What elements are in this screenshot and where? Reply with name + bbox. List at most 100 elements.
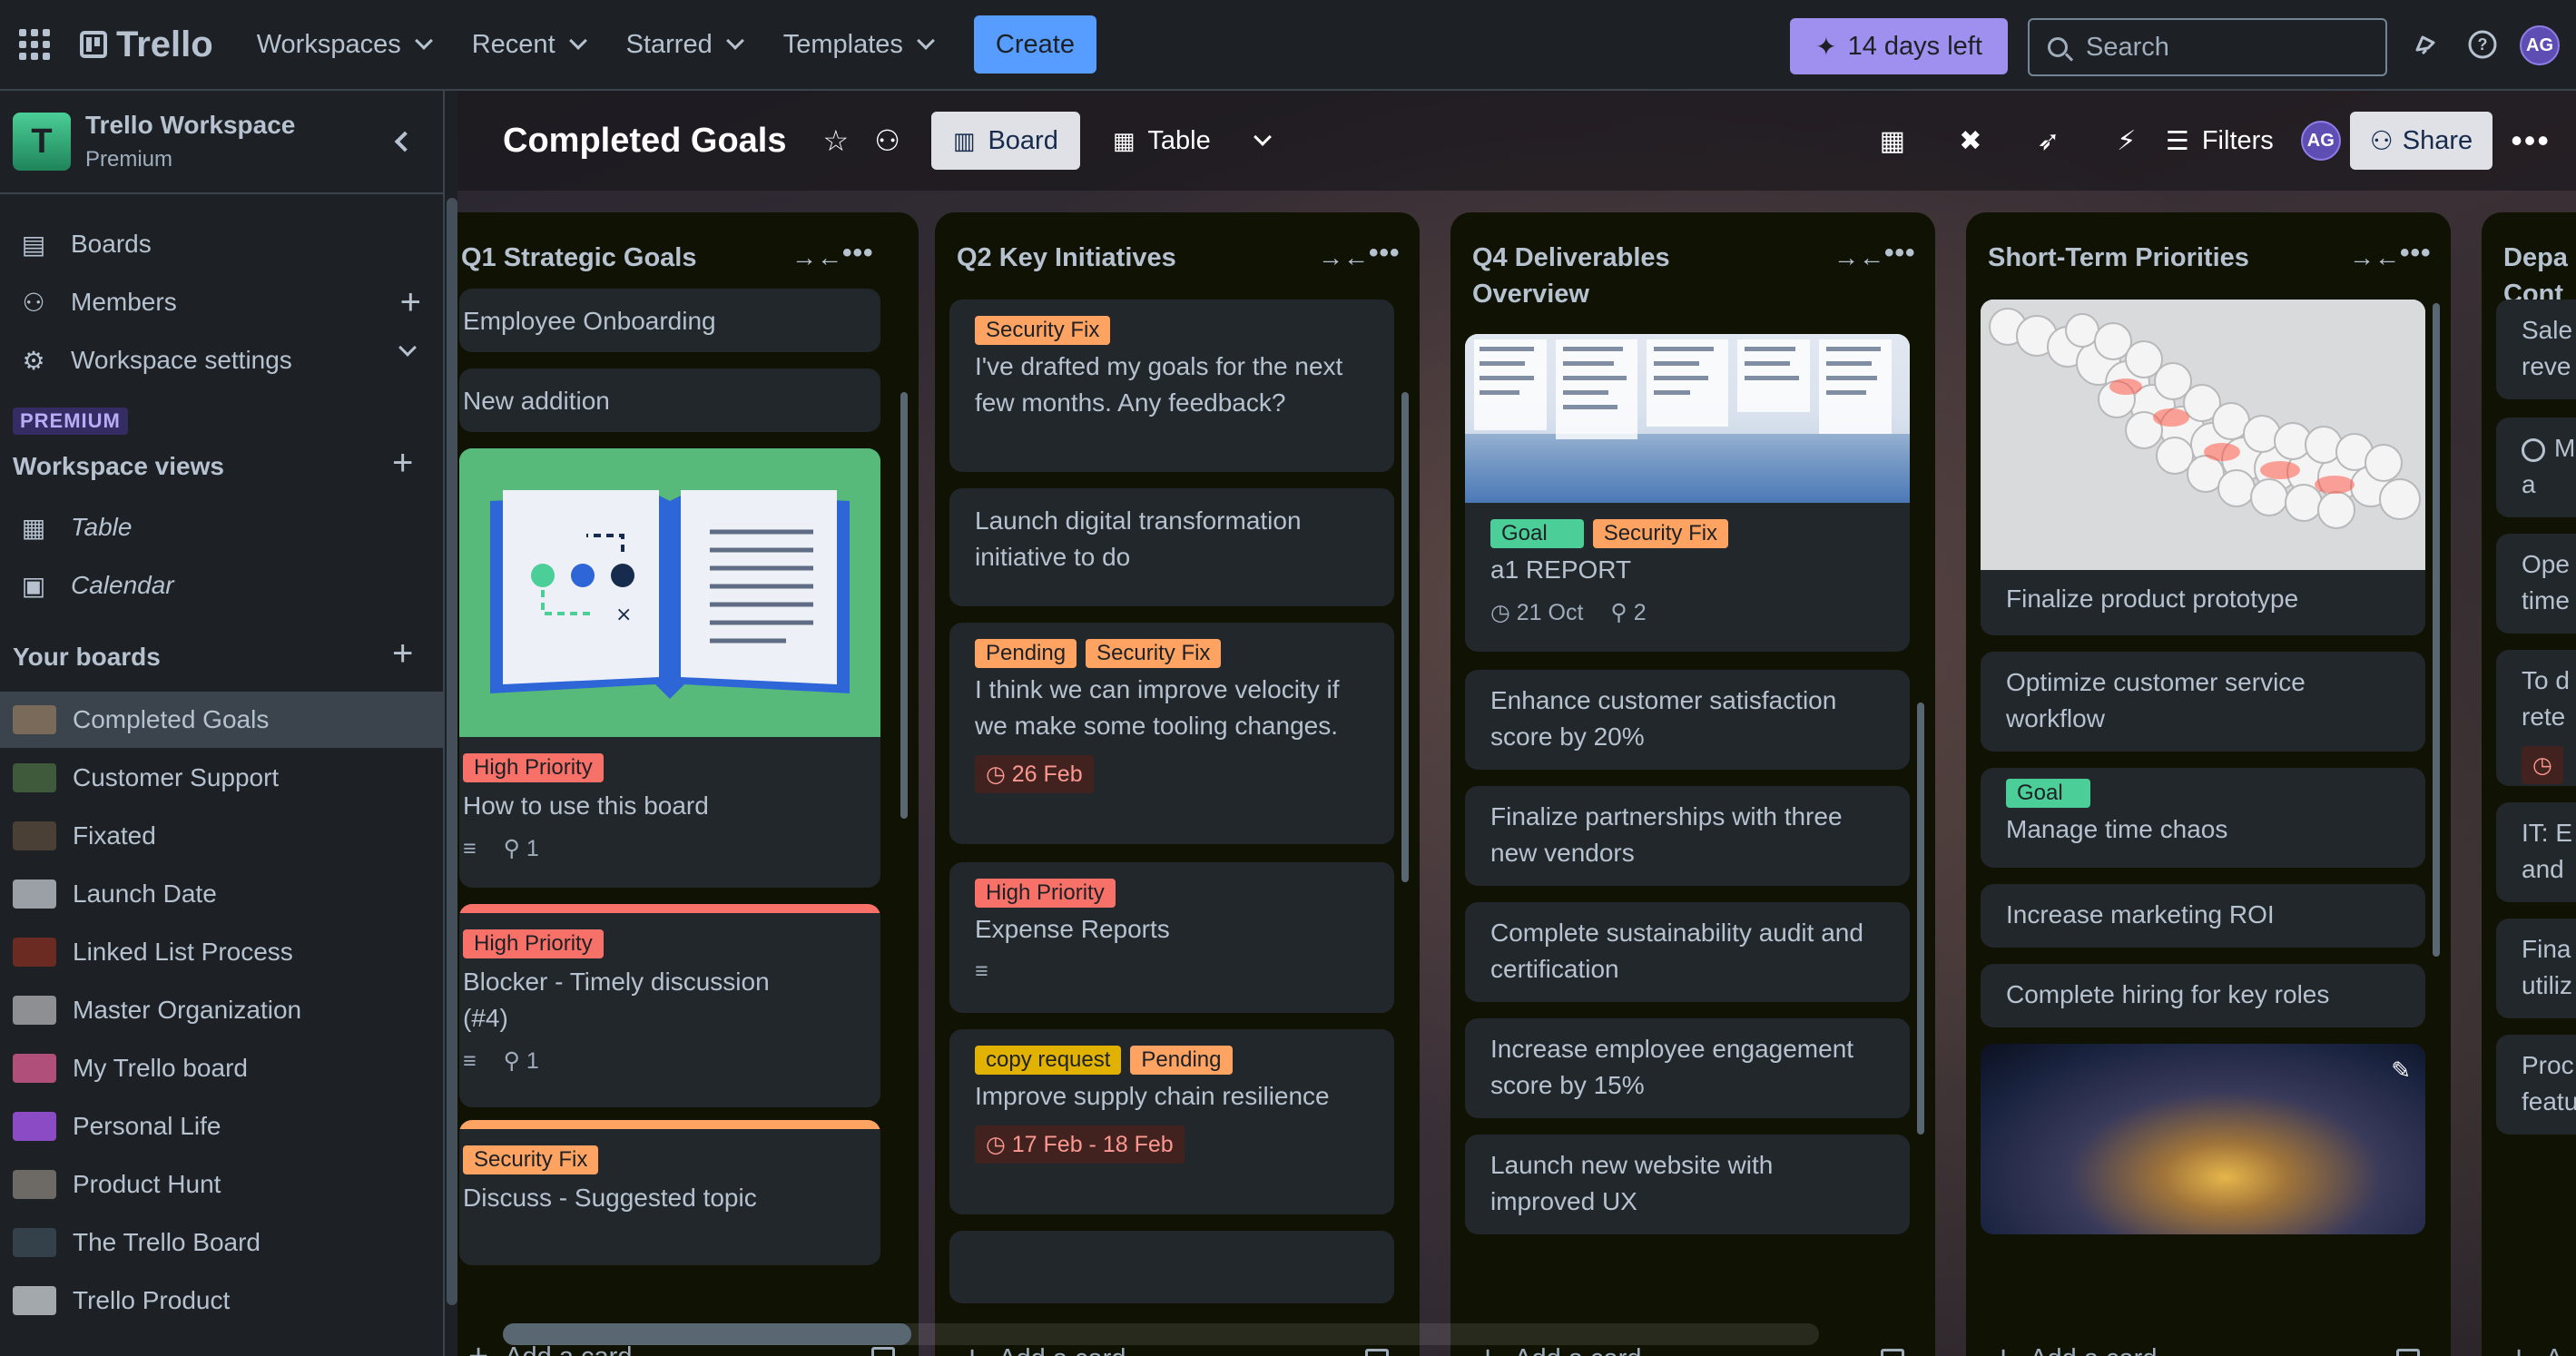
card[interactable]: Increase marketing ROI [1981, 884, 2425, 948]
bell-icon[interactable] [2407, 27, 2442, 62]
card[interactable]: Increase employee engagement score by 15… [1465, 1018, 1910, 1118]
workspace-logo[interactable]: T [13, 113, 71, 171]
chevron-down-icon[interactable] [398, 339, 417, 357]
lightning-icon[interactable]: ⚡ [2088, 125, 2166, 157]
apps-grid-icon[interactable] [16, 26, 53, 63]
board-horizontal-scrollbar-thumb[interactable] [503, 1323, 911, 1345]
views-chevron-down-icon[interactable] [1253, 128, 1272, 146]
sidebar-board-product-hunt[interactable]: Product Hunt [0, 1156, 443, 1213]
star-icon[interactable]: ☆ [823, 123, 850, 158]
card[interactable]: × High Priority How to use this board ≡ [459, 448, 880, 888]
label-high-priority[interactable]: High Priority [463, 929, 604, 958]
card[interactable]: ✎ [1981, 1044, 2425, 1234]
sidebar-board-master-organization[interactable]: Master Organization [0, 982, 443, 1038]
label-goal[interactable]: Goal [1490, 519, 1584, 548]
view-board-button[interactable]: ▥ Board [930, 112, 1080, 170]
card[interactable]: Security Fix I've drafted my goals for t… [949, 300, 1394, 472]
card[interactable]: copy request Pending Improve supply chai… [949, 1029, 1394, 1214]
sidebar-board-completed-goals[interactable]: Completed Goals [0, 692, 443, 748]
card[interactable]: Finalize partnerships with three new ven… [1465, 786, 1910, 886]
sidebar-board-the-trello-board[interactable]: The Trello Board [0, 1214, 443, 1271]
label-security-fix[interactable]: Security Fix [1086, 639, 1222, 668]
collapse-sidebar-icon[interactable] [394, 131, 416, 152]
label-high-priority[interactable]: High Priority [463, 753, 604, 782]
trello-logo[interactable]: Trello [80, 25, 213, 65]
add-card-button[interactable]: +A [2496, 1327, 2576, 1356]
card[interactable]: Enhance customer satisfaction score by 2… [1465, 670, 1910, 770]
label-high-priority[interactable]: High Priority [975, 879, 1116, 908]
visibility-icon[interactable]: ⚇ [874, 123, 900, 158]
label-copy-request[interactable]: copy request [975, 1046, 1122, 1075]
card[interactable]: Ope time [2496, 534, 2576, 634]
share-button[interactable]: ⚇ Share [2349, 112, 2493, 170]
sidebar-board-my-trello-board[interactable]: My Trello board [0, 1040, 443, 1096]
help-icon[interactable]: ? [2465, 27, 2500, 62]
sidebar-board-launch-date[interactable]: Launch Date [0, 866, 443, 922]
card[interactable]: Launch digital transformation initiative… [949, 488, 1394, 606]
sidebar-board-fixated[interactable]: Fixated [0, 808, 443, 864]
sidebar-item-boards[interactable]: ▤ Boards [0, 216, 443, 272]
card[interactable]: Complete hiring for key roles [1981, 964, 2425, 1027]
sidebar-item-workspace-settings[interactable]: ⚙ Workspace settings [0, 332, 443, 388]
label-pending[interactable]: Pending [975, 639, 1077, 668]
edit-card-icon[interactable]: ✎ [2391, 1056, 2411, 1085]
card[interactable]: To d rete ◷ [2496, 650, 2576, 786]
card[interactable]: M a [2496, 418, 2576, 517]
card[interactable]: Security Fix Discuss - Suggested topic [459, 1120, 880, 1265]
card[interactable]: Optimize customer service workflow [1981, 652, 2425, 752]
list-scrollbar[interactable] [1401, 392, 1409, 882]
list-scrollbar[interactable] [900, 392, 908, 819]
card[interactable]: Goal Manage time chaos [1981, 768, 2425, 868]
sidebar-board-linked-list-process[interactable]: Linked List Process [0, 924, 443, 980]
sidebar-item-calendar-view[interactable]: ▣ Calendar [0, 557, 443, 614]
checkbox-icon[interactable] [2522, 437, 2545, 462]
card[interactable]: Launch new website with improved UX [1465, 1135, 1910, 1234]
member-avatar[interactable]: AG [2300, 121, 2341, 161]
automation-icon[interactable]: ✖ [1932, 125, 2010, 157]
card[interactable]: Sale reve [2496, 300, 2576, 399]
due-date-badge[interactable]: ◷ 17 Feb - 18 Feb [975, 1125, 1185, 1164]
card[interactable]: High Priority Expense Reports ≡ [949, 862, 1394, 1013]
view-table-button[interactable]: ▦ Table [1091, 112, 1233, 170]
due-date-badge[interactable]: ◷ 26 Feb [975, 755, 1094, 793]
workspace-name[interactable]: Trello Workspace [85, 111, 295, 140]
card[interactable]: High Priority Blocker - Timely discussio… [459, 904, 880, 1107]
create-button[interactable]: Create [973, 15, 1096, 74]
workspaces-menu[interactable]: Workspaces [257, 30, 433, 60]
sidebar-board-trello-product[interactable]: Trello Product [0, 1272, 443, 1329]
list-scrollbar[interactable] [1917, 703, 1924, 1135]
search-input[interactable]: Search [2028, 18, 2387, 76]
card[interactable]: Goal Security Fix a1 REPORT ◷ 21 Oct ⚲ 2 [1465, 334, 1910, 652]
sidebar-board-customer-support[interactable]: Customer Support [0, 750, 443, 806]
trial-button[interactable]: ✦ 14 days left [1790, 18, 2008, 74]
label-goal[interactable]: Goal [2006, 779, 2090, 808]
more-menu-icon[interactable]: ••• [2511, 122, 2551, 160]
label-security-fix[interactable]: Security Fix [463, 1145, 599, 1174]
card[interactable] [949, 1231, 1394, 1303]
card-template-icon[interactable] [1881, 1349, 1904, 1356]
filters-button[interactable]: ☰ Filters [2166, 125, 2274, 157]
card[interactable]: Pending Security Fix I think we can impr… [949, 623, 1394, 844]
templates-menu[interactable]: Templates [783, 30, 935, 60]
card-template-icon[interactable] [871, 1347, 895, 1356]
add-card-button[interactable]: + Add a card [1981, 1327, 2436, 1356]
card-template-icon[interactable] [1365, 1349, 1389, 1356]
card[interactable]: Fina utiliz [2496, 919, 2576, 1018]
calendar-icon[interactable]: ▦ [1853, 125, 1932, 157]
add-view-icon[interactable]: + [392, 443, 413, 484]
user-avatar[interactable]: AG [2520, 25, 2560, 65]
list-scrollbar[interactable] [2433, 303, 2440, 957]
card[interactable]: Proc featu [2496, 1035, 2576, 1135]
card[interactable]: Complete sustainability audit and certif… [1465, 902, 1910, 1002]
due-date-badge[interactable]: ◷ [2522, 746, 2563, 784]
starred-menu[interactable]: Starred [626, 30, 744, 60]
sidebar-item-table-view[interactable]: ▦ Table [0, 499, 443, 555]
label-security-fix[interactable]: Security Fix [975, 316, 1111, 345]
add-board-icon[interactable]: + [392, 634, 413, 674]
sidebar-board-personal-life[interactable]: Personal Life [0, 1098, 443, 1155]
card[interactable]: Finalize product prototype [1981, 300, 2425, 635]
add-member-icon[interactable]: + [400, 282, 421, 323]
label-pending[interactable]: Pending [1130, 1046, 1233, 1075]
label-security-fix[interactable]: Security Fix [1592, 519, 1729, 548]
card[interactable]: IT: E and [2496, 802, 2576, 902]
